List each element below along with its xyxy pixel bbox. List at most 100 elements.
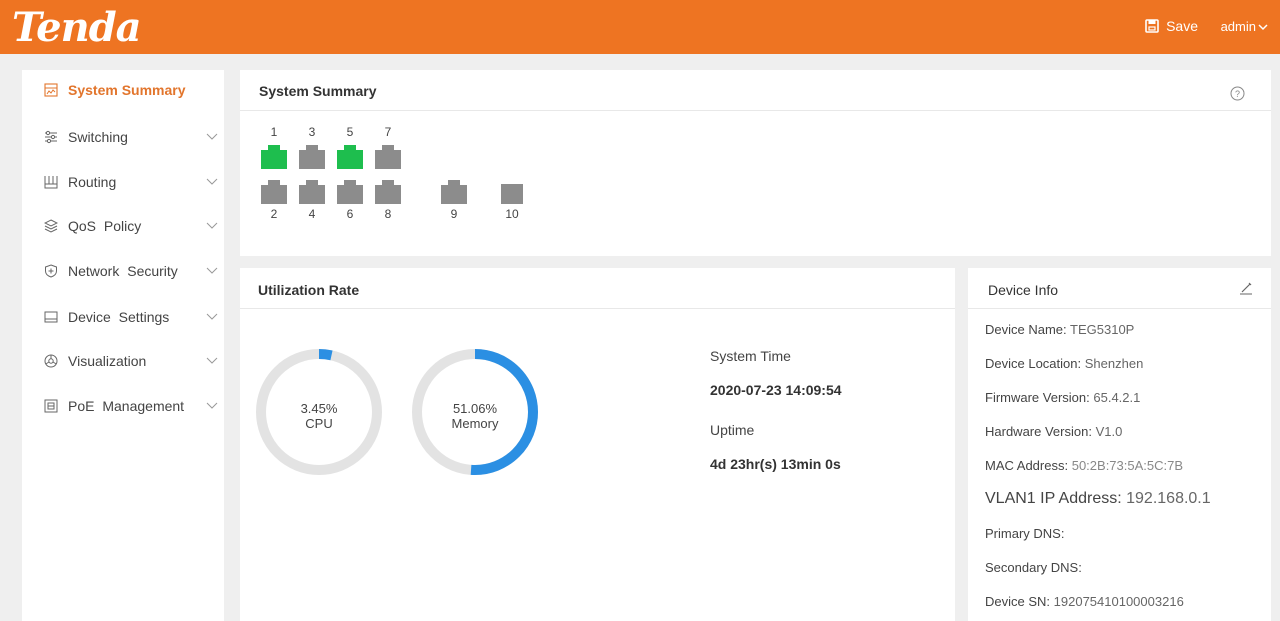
primary-dns-row: Primary DNS:	[985, 526, 1064, 541]
routing-icon	[44, 176, 58, 189]
port-3-icon[interactable]	[299, 145, 325, 169]
chart-icon	[44, 83, 58, 97]
sidebar-item-label: PoE Management	[68, 398, 185, 414]
info-label: Device SN:	[985, 594, 1051, 609]
edit-icon[interactable]	[1239, 281, 1253, 295]
port-8-icon[interactable]	[375, 180, 401, 204]
sliders-icon	[45, 130, 57, 144]
info-value: TEG5310P	[1070, 322, 1135, 337]
info-label: Primary DNS:	[985, 526, 1065, 541]
mac-address-row: MAC Address: 50:2B:73:5A:5C:7B	[985, 458, 1183, 473]
sidebar-item-poe-management[interactable]: PoE Management	[22, 394, 224, 418]
sidebar-item-qos-policy[interactable]: QoS Policy	[22, 214, 224, 238]
info-value: V1.0	[1095, 424, 1123, 439]
sidebar-item-routing[interactable]: Routing	[22, 170, 224, 194]
sidebar-item-label: Switching	[68, 129, 128, 145]
save-label: Save	[1166, 18, 1198, 34]
chevron-down-icon	[206, 357, 218, 364]
sidebar-item-device-settings[interactable]: Device Settings	[22, 305, 224, 329]
info-value: 65.4.2.1	[1093, 390, 1141, 405]
layers-icon	[44, 219, 58, 233]
device-location-row: Device Location: Shenzhen	[985, 356, 1143, 371]
uptime-value: 4d 23hr(s) 13min 0s	[710, 456, 841, 472]
device-name-row: Device Name: TEG5310P	[985, 322, 1134, 337]
chevron-down-icon	[206, 178, 218, 185]
info-label: Firmware Version:	[985, 390, 1090, 405]
sidebar-item-label: Network Security	[68, 263, 178, 279]
shield-icon	[45, 264, 57, 278]
info-label: VLAN1 IP Address:	[985, 490, 1122, 507]
info-label: Device Name:	[985, 322, 1067, 337]
username: admin	[1220, 19, 1256, 34]
svg-text:?: ?	[1235, 89, 1240, 99]
card-title: System Summary	[259, 83, 377, 99]
save-button[interactable]: Save	[1145, 18, 1198, 34]
cpu-label: CPU	[305, 416, 333, 431]
card-header: System Summary ?	[240, 70, 1271, 111]
port-7-icon[interactable]	[375, 145, 401, 169]
user-menu[interactable]: admin	[1221, 19, 1268, 34]
device-sn-row: Device SN: 192075410100003216	[985, 594, 1184, 609]
chevron-down-icon	[206, 313, 218, 320]
port-4-icon[interactable]	[299, 180, 325, 204]
port-number: 4	[308, 207, 316, 221]
system-time-label: System Time	[710, 348, 791, 364]
cpu-gauge-label: 3.45% CPU	[259, 401, 379, 431]
port-number: 10	[505, 207, 519, 221]
sidebar-item-label: Routing	[68, 174, 117, 190]
chevron-down-icon	[1258, 23, 1268, 30]
info-value: 50:2B:73:5A:5C:7B	[1071, 458, 1184, 473]
secondary-dns-row: Secondary DNS:	[985, 560, 1082, 575]
vlan1-ip-row: VLAN1 IP Address: 192.168.0.1	[985, 490, 1211, 508]
info-value: 192.168.0.1	[1126, 490, 1211, 507]
port-number: 3	[308, 125, 316, 139]
port-10-icon[interactable]	[501, 184, 523, 204]
sidebar-item-network-security[interactable]: Network Security	[22, 259, 224, 283]
port-9-icon[interactable]	[441, 180, 467, 204]
uptime-label: Uptime	[710, 422, 755, 438]
port-5-icon[interactable]	[337, 145, 363, 169]
sidebar-item-switching[interactable]: Switching	[22, 125, 224, 149]
memory-label: Memory	[451, 416, 499, 431]
port-2-icon[interactable]	[261, 180, 287, 204]
floppy-disk-icon	[1145, 19, 1159, 33]
chevron-down-icon	[206, 222, 218, 229]
info-label: Hardware Version:	[985, 424, 1092, 439]
sidebar-item-label: QoS Policy	[68, 218, 142, 234]
cpu-percent: 3.45%	[300, 401, 338, 416]
aperture-icon	[44, 354, 58, 368]
port-1-icon[interactable]	[261, 145, 287, 169]
memory-gauge-label: 51.06% Memory	[415, 401, 535, 431]
port-number: 2	[270, 207, 278, 221]
info-value: 192075410100003216	[1053, 594, 1184, 609]
port-number: 9	[450, 207, 458, 221]
info-value: Shenzhen	[1084, 356, 1144, 371]
tenda-logo[interactable]: Tenda	[12, 4, 142, 51]
memory-percent: 51.06%	[452, 401, 498, 416]
port-number: 5	[346, 125, 354, 139]
monitor-icon	[44, 311, 58, 323]
chevron-down-icon	[206, 402, 218, 409]
info-label: MAC Address:	[985, 458, 1069, 473]
sidebar-item-label: Device Settings	[68, 309, 170, 325]
info-label: Secondary DNS:	[985, 560, 1082, 575]
port-number: 1	[270, 125, 278, 139]
card-title: Device Info	[988, 282, 1059, 298]
poe-icon	[44, 399, 58, 413]
port-6-icon[interactable]	[337, 180, 363, 204]
chevron-down-icon	[206, 133, 218, 140]
card-title: Utilization Rate	[258, 282, 360, 298]
sidebar-item-system-summary[interactable]: System Summary	[22, 78, 224, 102]
port-number: 6	[346, 207, 354, 221]
sidebar-item-label: System Summary	[68, 82, 186, 98]
sidebar: System Summary Switching Routing QoS Pol…	[22, 70, 224, 621]
system-summary-card: System Summary ? 1 3 5 7 2 4 6 8 9 10	[240, 70, 1271, 256]
hardware-version-row: Hardware Version: V1.0	[985, 424, 1122, 439]
card-header: Device Info	[968, 268, 1271, 309]
port-number: 7	[384, 125, 392, 139]
help-icon[interactable]: ?	[1230, 86, 1245, 101]
system-time-value: 2020-07-23 14:09:54	[710, 382, 842, 398]
sidebar-item-visualization[interactable]: Visualization	[22, 349, 224, 373]
card-header: Utilization Rate	[240, 268, 955, 309]
sidebar-item-label: Visualization	[68, 353, 147, 369]
